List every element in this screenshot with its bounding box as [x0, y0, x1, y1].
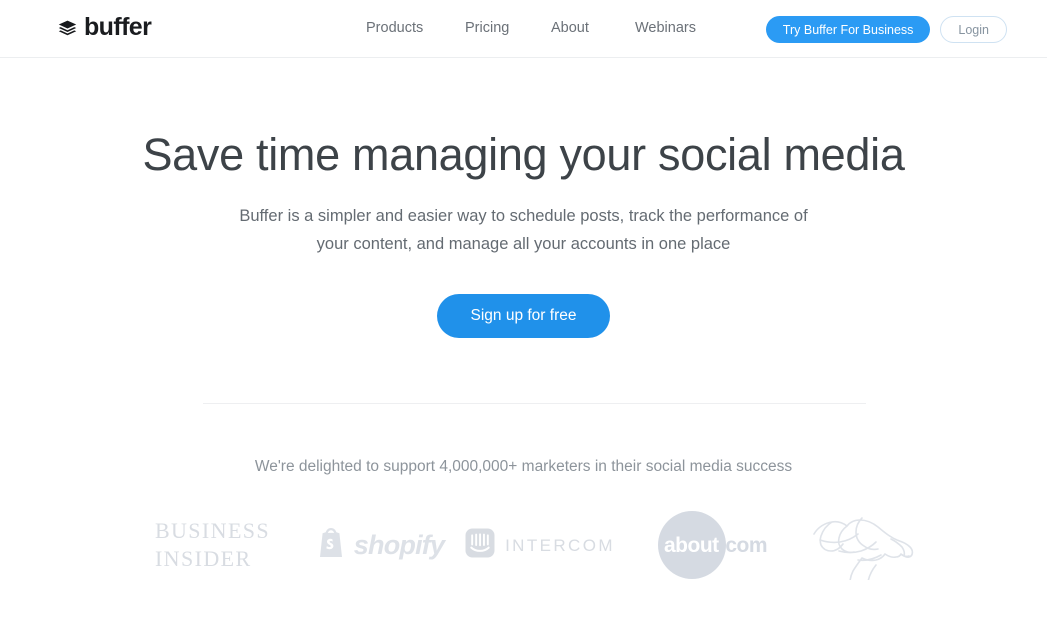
business-insider-line2: INSIDER — [154, 546, 252, 571]
header-actions: Try Buffer For Business Login — [765, 16, 1007, 43]
business-insider-wordmark: BUSINESS INSIDER — [155, 517, 270, 573]
sign-up-for-free-button[interactable]: Sign up for free — [436, 294, 611, 339]
logo-business-insider: BUSINESS INSIDER — [140, 505, 285, 585]
nav-item-webinars[interactable]: Webinars — [635, 21, 696, 36]
try-buffer-for-business-button[interactable]: Try Buffer For Business — [765, 16, 931, 43]
bronco-horse-head-icon — [806, 510, 914, 580]
logo-shopify: shopify — [305, 505, 455, 585]
nav-item-products[interactable]: Products — [366, 21, 465, 36]
business-insider-line1: BUSINESS — [154, 517, 271, 543]
shopping-bag-icon — [316, 526, 346, 565]
nav-item-about[interactable]: About — [551, 21, 635, 36]
buffer-logo-text: buffer — [84, 13, 152, 41]
logo-intercom: INTERCOM — [460, 505, 620, 585]
page-title: Save time managing your social media — [142, 129, 905, 180]
hero-section: Save time managing your social media Buf… — [0, 58, 1047, 339]
intercom-square-icon — [465, 528, 495, 563]
nav-item-pricing[interactable]: Pricing — [465, 21, 551, 36]
social-proof-text: We're delighted to support 4,000,000+ ma… — [254, 458, 793, 475]
layers-stack-icon — [58, 17, 77, 38]
hero-cta-wrapper: Sign up for free — [0, 294, 1047, 339]
buffer-landing-page: buffer Products Pricing About Webinars T… — [0, 0, 1047, 628]
section-divider — [203, 403, 866, 404]
site-header: buffer Products Pricing About Webinars T… — [0, 0, 1047, 58]
logo-denver-broncos — [790, 505, 930, 585]
about-com-suffix: .com — [720, 534, 768, 557]
intercom-wordmark: INTERCOM — [505, 535, 615, 555]
logo-about-com: about .com — [638, 505, 788, 585]
buffer-logo[interactable]: buffer — [58, 13, 152, 41]
social-proof-section: We're delighted to support 4,000,000+ ma… — [0, 456, 1047, 478]
hero-subtitle: Buffer is a simpler and easier way to sc… — [239, 206, 808, 253]
about-wordmark: about — [664, 534, 719, 557]
customer-logo-row: BUSINESS INSIDER shopify INTERCOM about … — [0, 505, 1047, 585]
shopify-wordmark: shopify — [353, 529, 445, 560]
main-navigation: Products Pricing About Webinars — [366, 21, 696, 36]
login-button[interactable]: Login — [940, 16, 1007, 43]
